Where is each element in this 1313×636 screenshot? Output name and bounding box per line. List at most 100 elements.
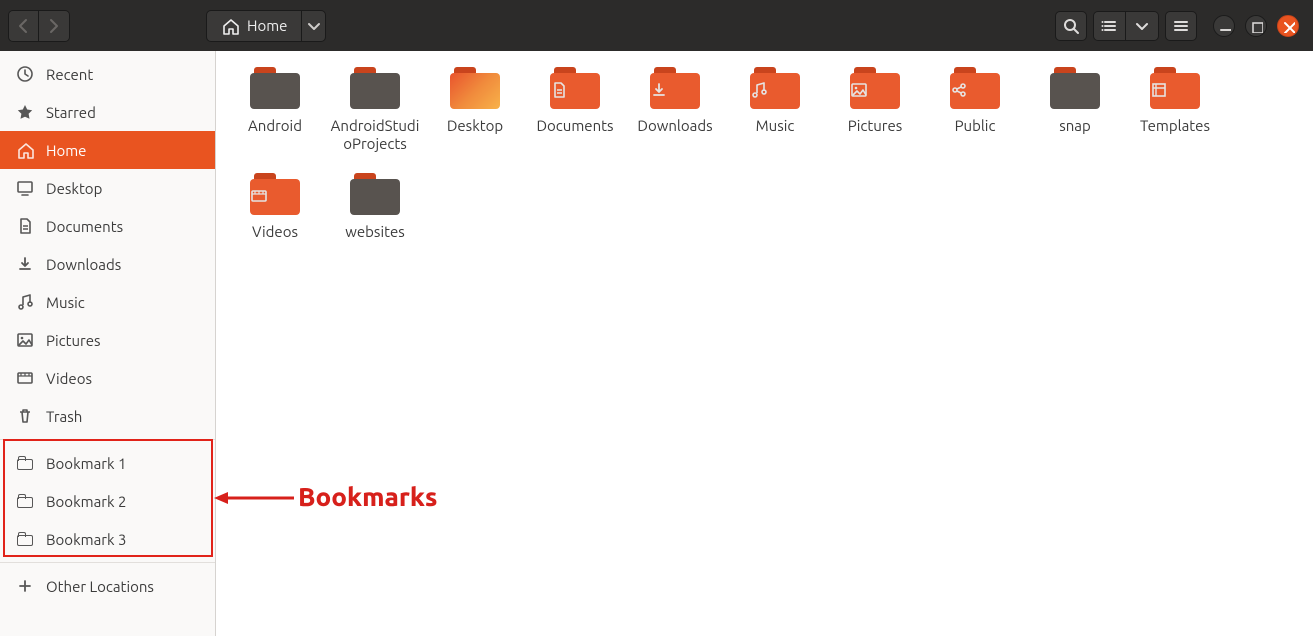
music-icon: [16, 293, 34, 311]
sidebar-item-label: Videos: [46, 370, 92, 387]
sidebar-item-label: Desktop: [46, 180, 102, 197]
sidebar-item-label: Home: [46, 142, 86, 159]
folder-label: Android: [248, 117, 302, 135]
sidebar-item-label: Documents: [46, 218, 123, 235]
folder-icon: [850, 67, 900, 109]
folder-item[interactable]: websites: [326, 173, 424, 241]
window-controls: [1213, 15, 1299, 37]
path-label: Home: [247, 17, 287, 34]
sidebar-item-music[interactable]: Music: [0, 283, 215, 321]
sidebar-bookmark[interactable]: Bookmark 3: [0, 520, 215, 558]
folder-icon: [1050, 67, 1100, 109]
path-segment-home[interactable]: Home: [207, 11, 301, 41]
folder-item[interactable]: Videos: [226, 173, 324, 241]
sidebar-item-pictures[interactable]: Pictures: [0, 321, 215, 359]
sidebar-item-documents[interactable]: Documents: [0, 207, 215, 245]
folder-item[interactable]: Desktop: [426, 67, 524, 153]
sidebar-item-other-locations[interactable]: Other Locations: [0, 567, 215, 605]
file-grid: Android AndroidStudioProjects Desktop Docum…: [216, 51, 1313, 636]
sidebar-item-label: Recent: [46, 66, 93, 83]
folder-icon: [16, 530, 34, 548]
folder-icon: [16, 492, 34, 510]
folder-label: Documents: [536, 117, 613, 135]
search-button[interactable]: [1055, 11, 1087, 41]
sidebar-item-label: Pictures: [46, 332, 101, 349]
folder-label: Desktop: [447, 117, 503, 135]
sidebar-item-label: Bookmark 1: [46, 455, 126, 472]
view-mode-group: [1093, 11, 1159, 41]
sidebar-item-videos[interactable]: Videos: [0, 359, 215, 397]
folder-icon: [450, 67, 500, 109]
folder-label: Downloads: [637, 117, 712, 135]
folder-label: Music: [756, 117, 795, 135]
sidebar-item-label: Bookmark 3: [46, 531, 126, 548]
sidebar-item-starred[interactable]: Starred: [0, 93, 215, 131]
sidebar-item-label: Trash: [46, 408, 82, 425]
folder-icon: [350, 67, 400, 109]
share-icon: [950, 81, 1000, 99]
folder-item[interactable]: Public: [926, 67, 1024, 153]
folder-icon: [550, 67, 600, 109]
folder-item[interactable]: Android: [226, 67, 324, 153]
sidebar-item-trash[interactable]: Trash: [0, 397, 215, 435]
video-icon: [250, 187, 300, 205]
folder-item[interactable]: snap: [1026, 67, 1124, 153]
folder-icon: [650, 67, 700, 109]
list-view-button[interactable]: [1094, 12, 1126, 40]
sidebar: Recent Starred Home Desktop Documents Downloa…: [0, 51, 216, 636]
folder-icon: [250, 173, 300, 215]
desktop-icon: [16, 179, 34, 197]
path-dropdown-button[interactable]: [301, 11, 325, 41]
sidebar-item-desktop[interactable]: Desktop: [0, 169, 215, 207]
folder-label: snap: [1059, 117, 1091, 135]
folder-item[interactable]: Music: [726, 67, 824, 153]
folder-icon: [250, 67, 300, 109]
hamburger-menu-button[interactable]: [1165, 11, 1197, 41]
sidebar-item-downloads[interactable]: Downloads: [0, 245, 215, 283]
folder-label: Videos: [252, 223, 298, 241]
sidebar-item-label: Starred: [46, 104, 96, 121]
picture-icon: [16, 331, 34, 349]
folder-icon: [750, 67, 800, 109]
close-button[interactable]: [1277, 15, 1299, 37]
folder-item[interactable]: Templates: [1126, 67, 1224, 153]
minimize-button[interactable]: [1213, 15, 1235, 37]
maximize-button[interactable]: [1245, 15, 1267, 37]
template-icon: [1150, 81, 1200, 99]
folder-label: Templates: [1140, 117, 1210, 135]
plus-icon: [16, 577, 34, 595]
sidebar-bookmark[interactable]: Bookmark 1: [0, 444, 215, 482]
sidebar-item-recent[interactable]: Recent: [0, 55, 215, 93]
sidebar-separator: [0, 562, 215, 563]
view-options-button[interactable]: [1126, 12, 1158, 40]
forward-button[interactable]: [39, 11, 69, 41]
video-icon: [16, 369, 34, 387]
folder-label: websites: [345, 223, 405, 241]
sidebar-bookmark[interactable]: Bookmark 2: [0, 482, 215, 520]
star-icon: [16, 103, 34, 121]
folder-icon: [350, 173, 400, 215]
trash-icon: [16, 407, 34, 425]
home-icon: [16, 141, 34, 159]
folder-icon: [16, 454, 34, 472]
doc-icon: [550, 81, 600, 99]
folder-icon: [950, 67, 1000, 109]
sidebar-item-label: Downloads: [46, 256, 121, 273]
sidebar-item-label: Bookmark 2: [46, 493, 126, 510]
sidebar-item-label: Other Locations: [46, 578, 154, 595]
folder-icon: [1150, 67, 1200, 109]
folder-label: Public: [955, 117, 996, 135]
titlebar: Home: [0, 0, 1313, 51]
folder-item[interactable]: Pictures: [826, 67, 924, 153]
home-icon: [221, 17, 239, 35]
folder-label: Pictures: [848, 117, 903, 135]
sidebar-item-label: Music: [46, 294, 85, 311]
sidebar-item-home[interactable]: Home: [0, 131, 215, 169]
folder-label: AndroidStudioProjects: [327, 117, 423, 153]
folder-item[interactable]: Downloads: [626, 67, 724, 153]
path-bar[interactable]: Home: [206, 10, 326, 42]
download-icon: [16, 255, 34, 273]
back-button[interactable]: [9, 11, 39, 41]
folder-item[interactable]: AndroidStudioProjects: [326, 67, 424, 153]
folder-item[interactable]: Documents: [526, 67, 624, 153]
